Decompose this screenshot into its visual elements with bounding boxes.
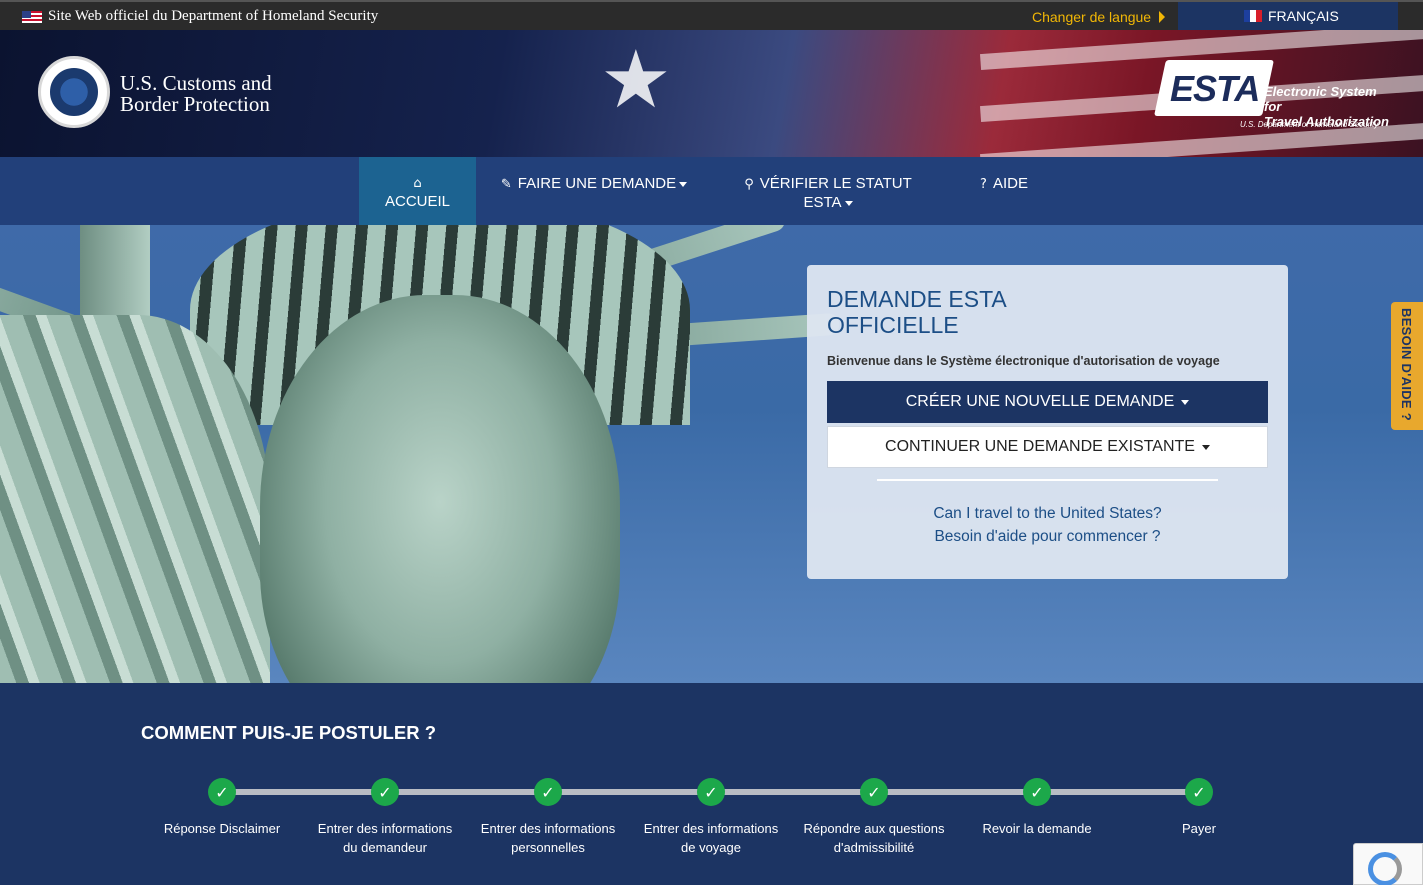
current-language-label[interactable]: FRANÇAIS [1268,8,1339,24]
nav-item-label: ACCUEIL [384,193,451,210]
step-check-icon: ✓ [697,778,725,806]
step-check-icon: ✓ [1185,778,1213,806]
step-label: Entrer des informations de voyage [643,821,779,855]
question-icon: ? [980,177,987,192]
nav-item-accueil[interactable]: ⌂ ACCUEIL [359,157,476,225]
top-bar: Site Web officiel du Department of Homel… [0,0,1423,30]
how-to-apply-section: COMMENT PUIS-JE POSTULER ? ✓ Réponse Dis… [0,683,1423,885]
continue-existing-application-label: CONTINUER UNE DEMANDE EXISTANTE [885,438,1195,455]
us-flag-icon [22,10,42,23]
nav-item-label-line2: ESTA [803,194,842,211]
current-language-button[interactable]: FRANÇAIS [1178,2,1398,30]
card-title-line2: OFFICIELLE [827,312,959,338]
step-check-icon: ✓ [1023,778,1051,806]
recaptcha-icon [1368,852,1402,885]
step-check-icon: ✓ [860,778,888,806]
step-label: Entrer des informations du demandeur [317,821,453,855]
step-label: Entrer des informations personnelles [480,821,616,855]
statue-face [260,295,620,683]
caret-down-icon [1181,399,1190,405]
step-check-icon: ✓ [534,778,562,806]
nav-item-label: VÉRIFIER LE STATUT [759,175,912,192]
step-label: Répondre aux questions d'admissibilité [803,821,945,855]
change-language-label[interactable]: Changer de langue [1032,9,1151,25]
esta-dhs-text: U.S. Department of Homeland Security [1240,120,1379,129]
header-banner: ★ U.S. Customs and Border Protection EST… [0,30,1423,157]
welcome-text: Bienvenue dans le Système électronique d… [827,354,1220,368]
esta-tagline-line1: Electronic System for [1264,84,1377,114]
need-help-tab[interactable]: BESOIN D'AIDE ? [1391,302,1423,430]
caret-down-icon [844,200,853,206]
need-help-label: BESOIN D'AIDE ? [1399,308,1414,422]
agency-name[interactable]: U.S. Customs and Border Protection [120,73,272,115]
official-site-notice: Site Web officiel du Department of Homel… [22,8,378,25]
step-check-icon: ✓ [371,778,399,806]
dhs-seal-logo[interactable] [38,56,110,128]
step-check-icon: ✓ [208,778,236,806]
nav-item-aide[interactable]: ? AIDE [944,157,1064,225]
how-to-apply-heading: COMMENT PUIS-JE POSTULER ? [141,722,436,743]
help-getting-started-link[interactable]: Besoin d'aide pour commencer ? [807,528,1288,546]
continue-existing-application-button[interactable]: CONTINUER UNE DEMANDE EXISTANTE [827,426,1268,468]
esta-logo-word: ESTA [1170,68,1260,109]
caret-down-icon [1201,444,1210,450]
nav-item-verifier-statut[interactable]: ⚲ VÉRIFIER LE STATUT ESTA [712,157,944,225]
caret-right-icon [1159,11,1166,23]
french-flag-icon [1244,10,1262,22]
esta-application-card: DEMANDE ESTA OFFICIELLE Bienvenue dans l… [807,265,1288,579]
nav-item-label: FAIRE UNE DEMANDE [517,175,677,192]
card-title-line1: DEMANDE ESTA [827,286,1007,312]
agency-name-line2: Border Protection [120,92,270,116]
step-label: Payer [1182,821,1216,836]
agency-name-line1: U.S. Customs and [120,71,272,95]
drape [0,315,270,683]
statue-of-liberty-image [0,225,840,683]
search-icon: ⚲ [744,177,754,192]
nav-item-faire-une-demande[interactable]: ✎ FAIRE UNE DEMANDE [476,157,712,225]
step-label: Réponse Disclaimer [163,821,281,836]
star-icon: ★ [600,33,672,126]
card-divider [877,479,1218,481]
can-i-travel-link[interactable]: Can I travel to the United States? [807,505,1288,523]
nav-item-label: AIDE [992,175,1028,192]
esta-logo[interactable]: ESTA Electronic System for Travel Author… [1154,60,1390,130]
recaptcha-badge[interactable] [1353,843,1423,885]
create-new-application-label: CRÉER UNE NOUVELLE DEMANDE [905,393,1175,410]
official-site-text: Site Web officiel du Department of Homel… [48,8,379,24]
change-language-link[interactable]: Changer de langue [1032,9,1166,25]
step-label: Revoir la demande [982,821,1092,836]
home-icon: ⌂ [413,176,422,191]
pencil-icon: ✎ [500,177,512,192]
caret-down-icon [679,181,688,187]
create-new-application-button[interactable]: CRÉER UNE NOUVELLE DEMANDE [827,381,1268,423]
main-nav: ⌂ ACCUEIL ✎ FAIRE UNE DEMANDE ⚲ VÉRIFIER L… [0,157,1423,225]
card-title: DEMANDE ESTA OFFICIELLE [827,286,1127,338]
